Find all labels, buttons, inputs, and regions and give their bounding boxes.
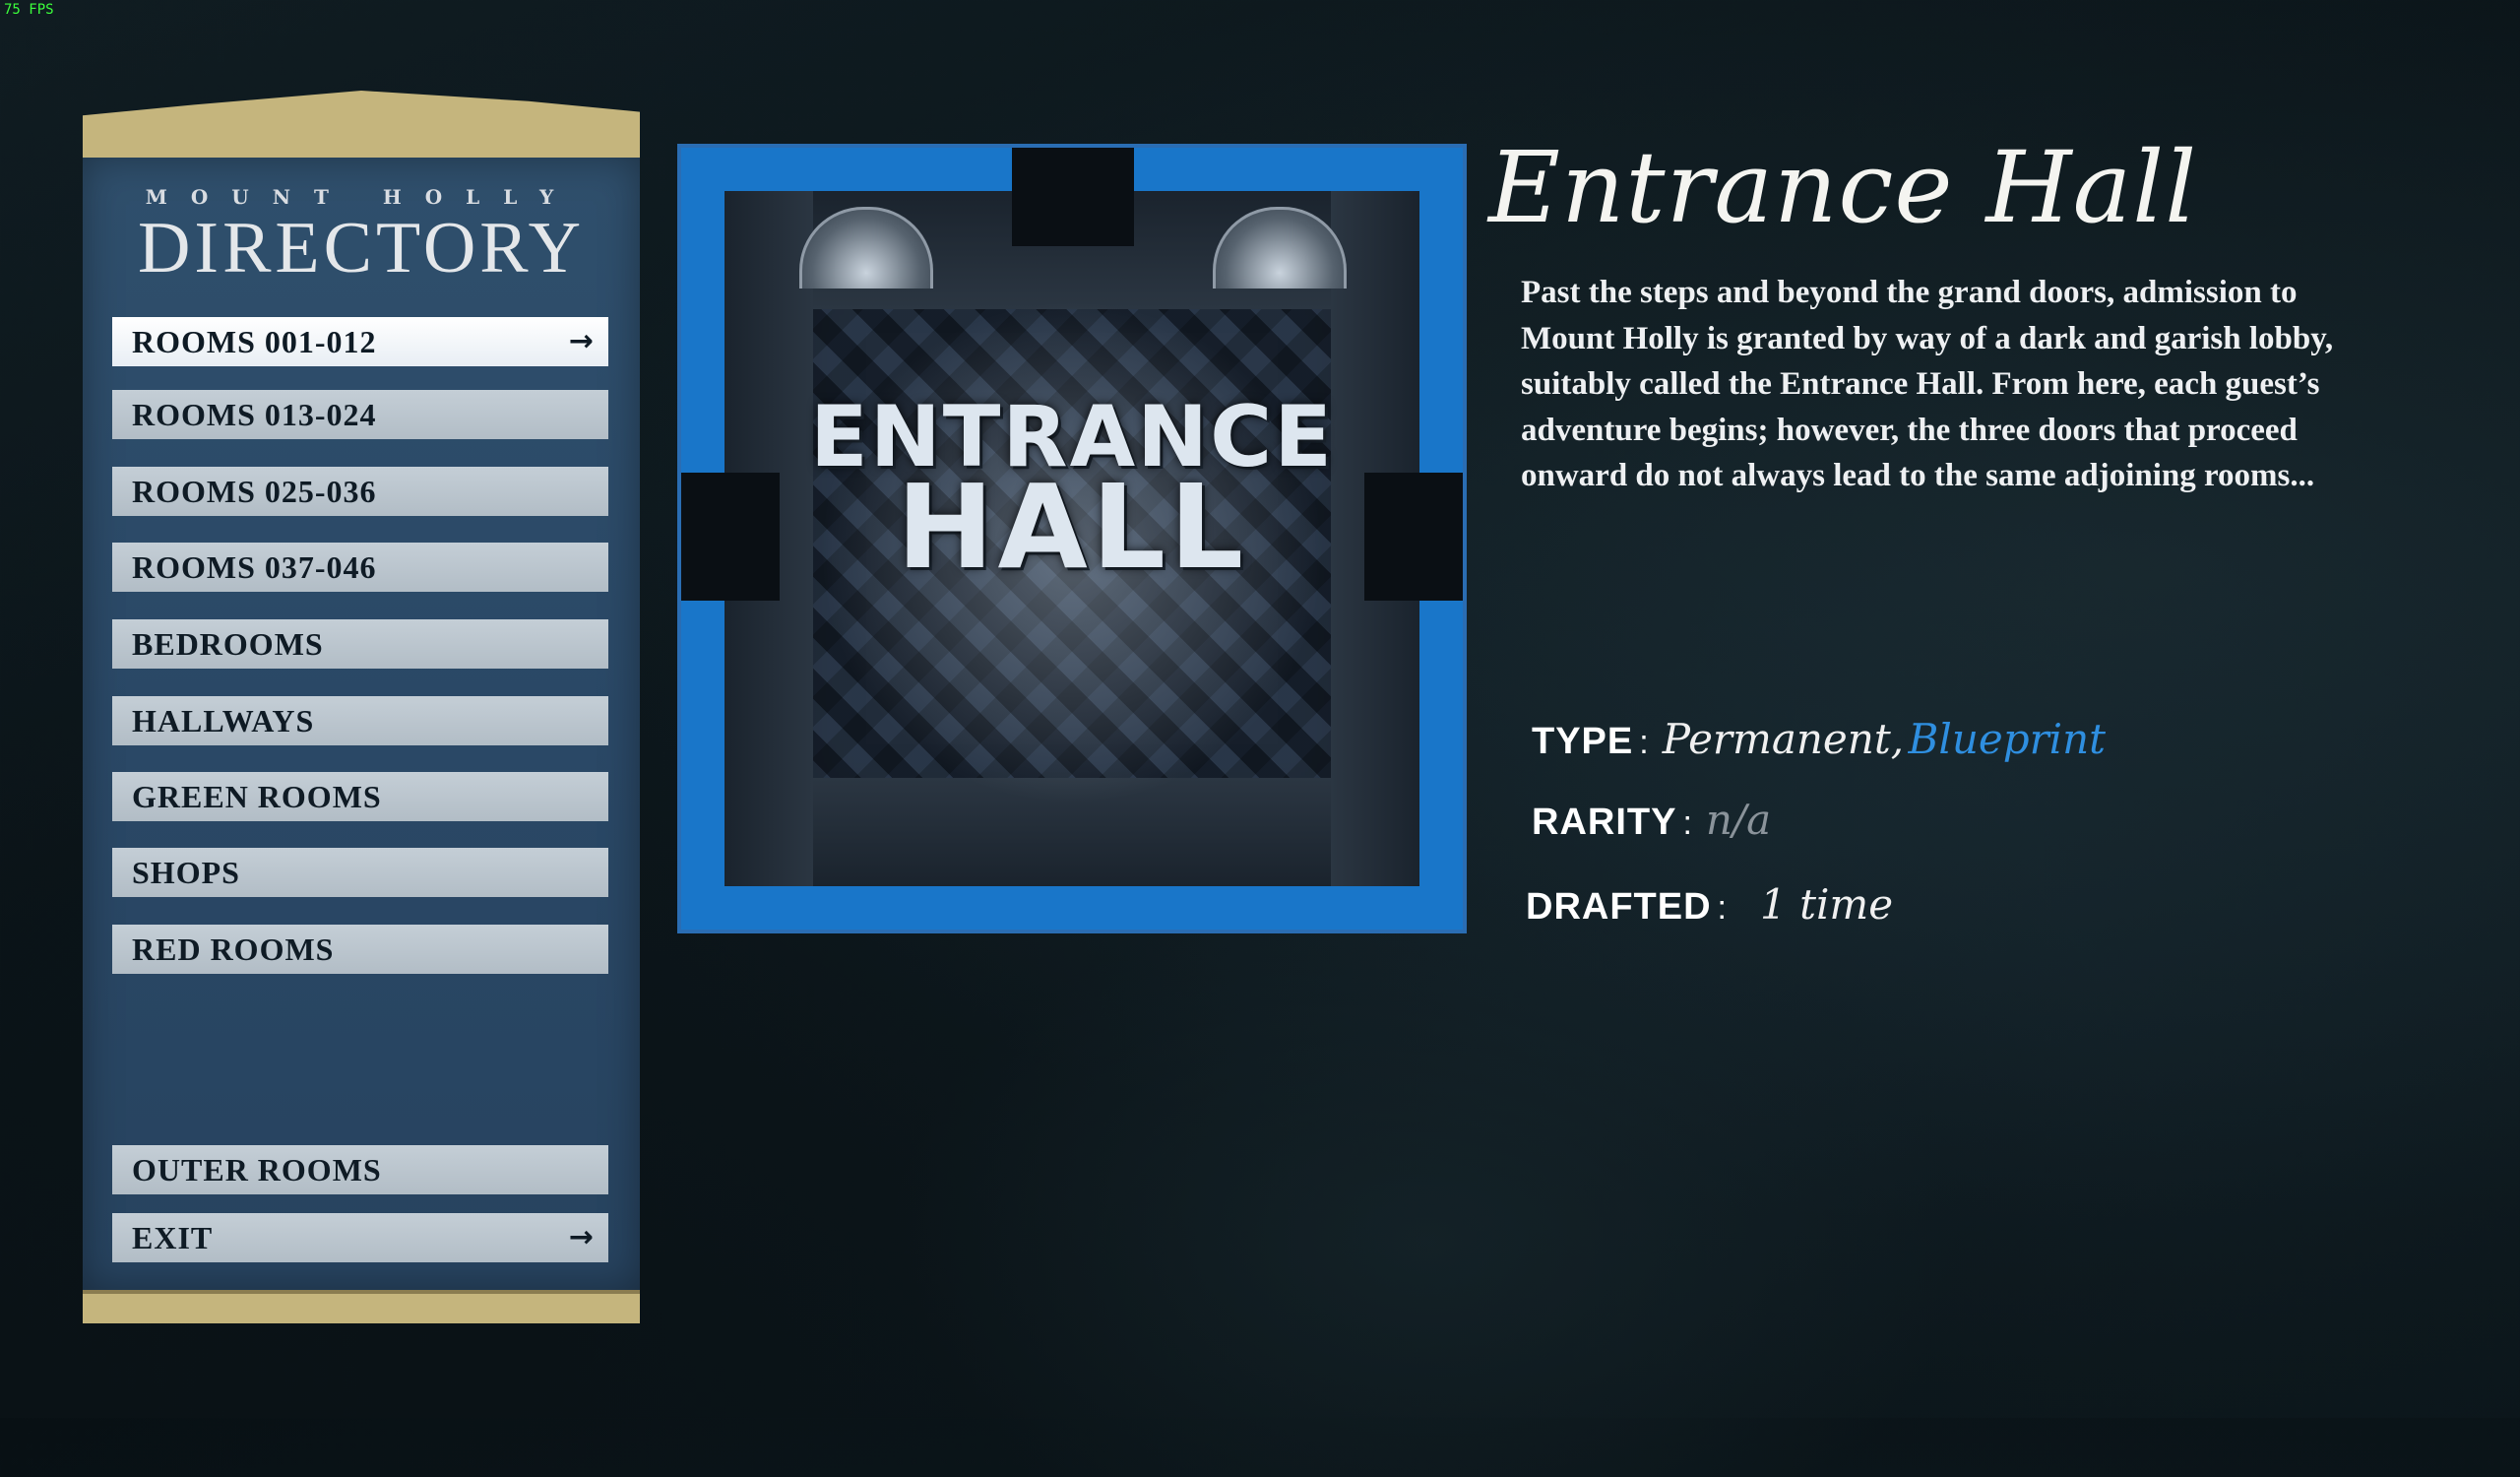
menu-item-label: ROOMS 013-024	[132, 397, 377, 432]
menu-item-rooms-013-024[interactable]: ROOMS 013-024	[112, 390, 608, 439]
menu-item-red-rooms[interactable]: RED ROOMS	[112, 925, 608, 974]
stat-rarity-label: RARITY	[1532, 802, 1677, 843]
stat-drafted-label: DRAFTED	[1526, 886, 1712, 928]
menu-item-outer-rooms[interactable]: OUTER ROOMS	[112, 1145, 608, 1194]
stat-rarity: RARITY: n/a	[1532, 796, 1771, 844]
menu-item-label: RED ROOMS	[132, 931, 335, 967]
directory-panel: MOUNT HOLLY DIRECTORY ROOMS 001-012 → RO…	[83, 91, 640, 1329]
stat-colon: :	[1682, 804, 1692, 842]
stat-type-value-blueprint: Blueprint	[1908, 715, 2107, 763]
menu-item-label: BEDROOMS	[132, 626, 324, 662]
menu-item-label: ROOMS 025-036	[132, 474, 377, 509]
arrow-right-icon: →	[568, 1220, 595, 1254]
stat-drafted: DRAFTED:1 time	[1526, 880, 1893, 929]
frame-border	[681, 886, 1463, 930]
frame-border	[1419, 597, 1463, 930]
menu-item-bedrooms[interactable]: BEDROOMS	[112, 619, 608, 669]
stat-type-label: TYPE	[1532, 721, 1634, 762]
menu-item-label: ROOMS 001-012	[132, 324, 377, 359]
directory-title: DIRECTORY	[137, 208, 586, 289]
fps-counter: 75 FPS	[4, 2, 54, 18]
stat-type: TYPE: Permanent, Blueprint	[1532, 715, 2106, 763]
arrow-right-icon: →	[568, 324, 595, 358]
menu-item-rooms-001-012[interactable]: ROOMS 001-012 →	[112, 317, 608, 366]
menu-item-label: ROOMS 037-046	[132, 549, 377, 585]
menu-item-label: GREEN ROOMS	[132, 779, 382, 814]
menu-item-hallways[interactable]: HALLWAYS	[112, 696, 608, 745]
stat-colon: :	[1639, 724, 1649, 761]
menu-item-label: EXIT	[132, 1220, 214, 1255]
directory-bottom-cap	[83, 1290, 640, 1323]
menu-item-rooms-025-036[interactable]: ROOMS 025-036	[112, 467, 608, 516]
background-path	[886, 886, 1969, 1477]
frame-border	[681, 148, 1016, 191]
stat-drafted-value: 1 time	[1760, 880, 1894, 929]
directory-subtitle: MOUNT HOLLY	[145, 185, 578, 209]
room-image-label-line2: HALL	[896, 459, 1248, 595]
menu-item-label: SHOPS	[132, 855, 240, 890]
stat-colon: :	[1717, 889, 1727, 927]
frame-border	[1130, 148, 1463, 191]
menu-item-label: HALLWAYS	[132, 703, 315, 738]
room-title: Entrance Hall	[1488, 130, 2198, 245]
doorway-top	[1012, 148, 1134, 246]
menu-item-exit[interactable]: EXIT →	[112, 1213, 608, 1262]
directory-top-cap	[83, 91, 640, 161]
stat-rarity-value: n/a	[1705, 796, 1772, 844]
frame-border	[681, 597, 724, 930]
room-description: Past the steps and beyond the grand door…	[1521, 275, 2334, 493]
room-illustration: ENTRANCE HALL	[677, 144, 1467, 933]
menu-item-green-rooms[interactable]: GREEN ROOMS	[112, 772, 608, 821]
menu-item-label: OUTER ROOMS	[132, 1152, 382, 1188]
menu-item-shops[interactable]: SHOPS	[112, 848, 608, 897]
menu-item-rooms-037-046[interactable]: ROOMS 037-046	[112, 543, 608, 592]
stat-type-value-permanent: Permanent,	[1662, 715, 1905, 763]
